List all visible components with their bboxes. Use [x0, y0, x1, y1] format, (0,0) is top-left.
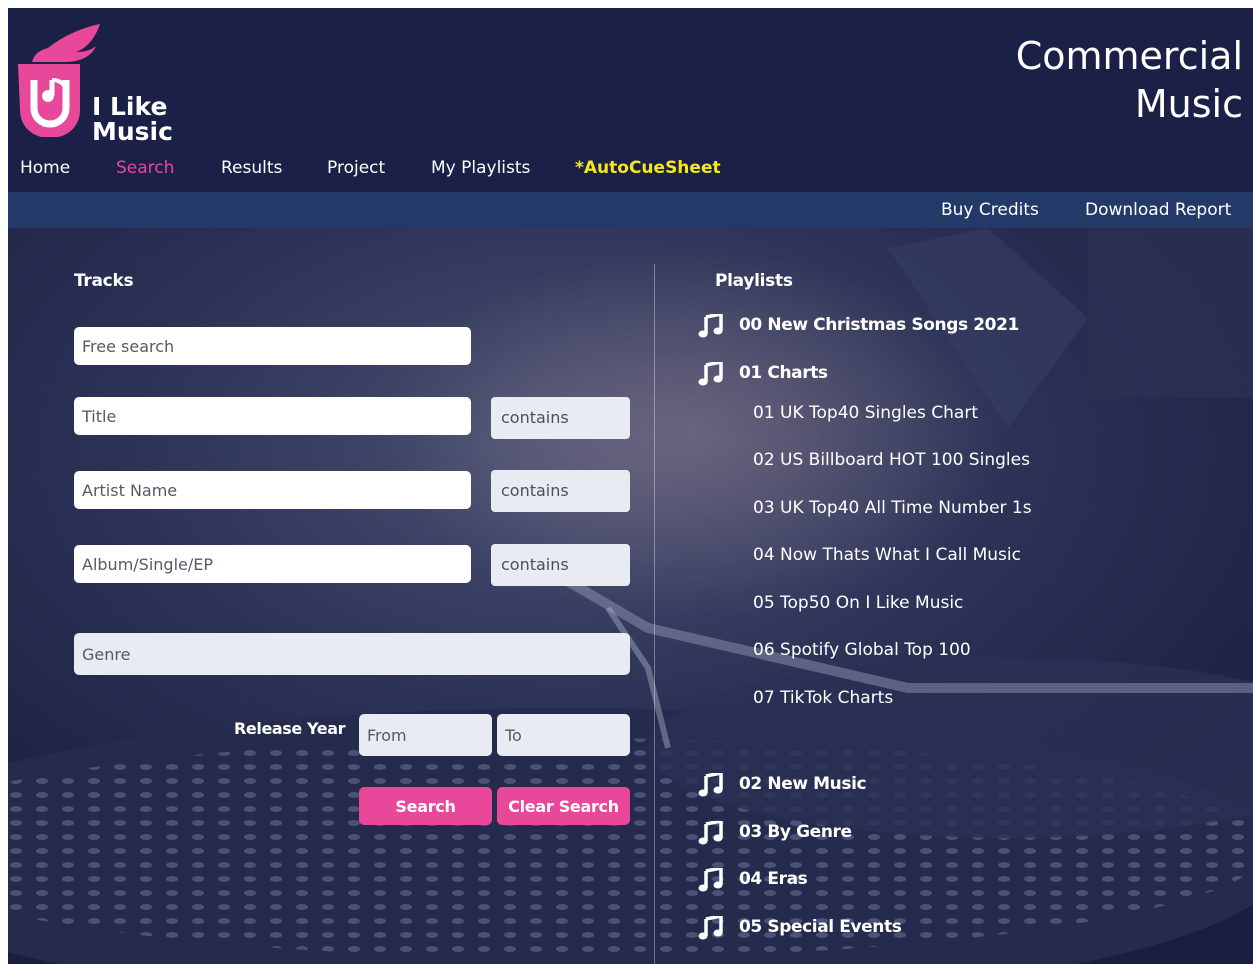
download-report-link[interactable]: Download Report: [1085, 200, 1231, 220]
nav-my-playlists[interactable]: My Playlists: [431, 158, 530, 178]
playlists-heading: Playlists: [715, 271, 793, 291]
artist-match-select[interactable]: contains: [491, 470, 630, 512]
music-note-icon: [698, 314, 723, 338]
playlist-item[interactable]: 04 Now Thats What I Call Music: [753, 545, 1021, 565]
music-note-icon: [698, 916, 723, 940]
playlist-folder-label: 04 Eras: [739, 869, 808, 889]
nav-autocuesheet[interactable]: *AutoCueSheet: [575, 158, 721, 178]
column-divider: [654, 264, 655, 964]
header: I Like Music Commercial Music Home Searc…: [8, 8, 1253, 192]
app-window: I Like Music Commercial Music Home Searc…: [8, 8, 1253, 964]
playlist-folder-label: 02 New Music: [739, 774, 867, 794]
title-match-select[interactable]: contains: [491, 397, 630, 439]
logo-text: I Like Music: [92, 94, 173, 144]
release-year-label: Release Year: [234, 719, 346, 738]
site-title-line-2: Music: [1134, 82, 1243, 126]
site-title: Commercial Music: [913, 32, 1243, 128]
playlist-folder[interactable]: 04 Eras: [698, 867, 918, 893]
playlist-folder[interactable]: 00 New Christmas Songs 2021: [698, 313, 1028, 339]
playlist-item[interactable]: 01 UK Top40 Singles Chart: [753, 403, 978, 423]
nav-results[interactable]: Results: [221, 158, 282, 178]
playlist-folder[interactable]: 02 New Music: [698, 772, 918, 798]
playlist-folder-label: 00 New Christmas Songs 2021: [739, 315, 1019, 335]
tracks-heading: Tracks: [74, 271, 134, 291]
playlist-item[interactable]: 07 TikTok Charts: [753, 688, 893, 708]
release-year-from-input[interactable]: [359, 714, 492, 756]
playlist-item[interactable]: 06 Spotify Global Top 100: [753, 640, 971, 660]
music-note-icon: [698, 773, 723, 797]
logo-line-2: Music: [92, 117, 173, 146]
playlist-item[interactable]: 05 Top50 On I Like Music: [753, 593, 963, 613]
artist-name-input[interactable]: [74, 471, 471, 509]
site-logo[interactable]: I Like Music: [18, 22, 188, 144]
genre-input[interactable]: [74, 633, 630, 675]
playlist-folder[interactable]: 03 By Genre: [698, 820, 918, 846]
playlist-item[interactable]: 02 US Billboard HOT 100 Singles: [753, 450, 1030, 470]
logo-line-1: I Like: [92, 92, 168, 121]
album-input[interactable]: [74, 545, 471, 583]
search-button[interactable]: Search: [359, 787, 492, 825]
site-title-line-1: Commercial: [1015, 34, 1243, 78]
nav-project[interactable]: Project: [327, 158, 385, 178]
title-input[interactable]: [74, 397, 471, 435]
playlist-folder[interactable]: 01 Charts: [698, 361, 898, 387]
buy-credits-link[interactable]: Buy Credits: [941, 200, 1039, 220]
music-note-icon: [698, 362, 723, 386]
playlist-item[interactable]: 03 UK Top40 All Time Number 1s: [753, 498, 1032, 518]
playlist-folder-label: 03 By Genre: [739, 822, 852, 842]
music-note-icon: [698, 821, 723, 845]
release-year-to-input[interactable]: [497, 714, 630, 756]
main-content: Tracks contains contains contains Releas…: [8, 228, 1253, 964]
playlist-folder[interactable]: 05 Special Events: [698, 915, 938, 941]
nav-search[interactable]: Search: [116, 158, 174, 178]
clear-search-button[interactable]: Clear Search: [497, 787, 630, 825]
music-note-icon: [698, 868, 723, 892]
nav-home[interactable]: Home: [20, 158, 70, 178]
free-search-input[interactable]: [74, 327, 471, 365]
sub-navbar: Buy Credits Download Report: [8, 192, 1253, 228]
album-match-select[interactable]: contains: [491, 544, 630, 586]
playlist-folder-label: 05 Special Events: [739, 917, 902, 937]
playlist-folder-label: 01 Charts: [739, 363, 828, 383]
